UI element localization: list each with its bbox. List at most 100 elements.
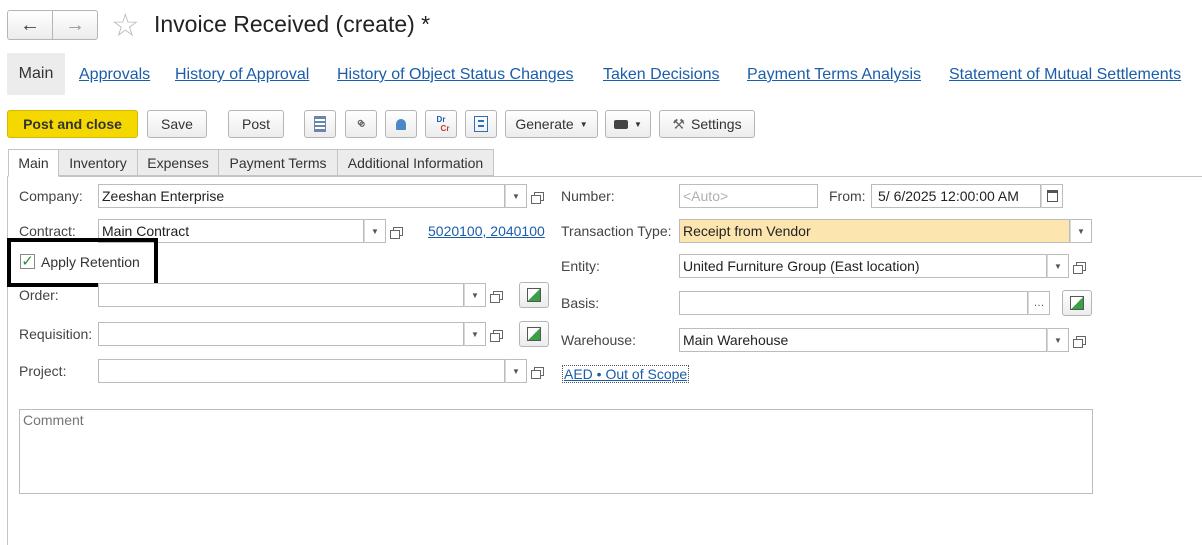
save-button[interactable]: Save xyxy=(147,110,207,138)
requisition-dropdown-button[interactable]: ▼ xyxy=(464,322,486,346)
document-pick-icon xyxy=(527,327,541,341)
entity-label: Entity: xyxy=(561,258,600,274)
open-window-icon xyxy=(1073,335,1086,348)
arrow-right-icon: → xyxy=(65,13,85,36)
page-title: Invoice Received (create) * xyxy=(154,11,431,37)
chevron-down-icon: ▼ xyxy=(371,226,379,236)
entity-open-button[interactable] xyxy=(1071,254,1091,278)
section-statement-of-mutual-settlements[interactable]: Statement of Mutual Settlements xyxy=(949,66,1181,84)
printer-icon xyxy=(614,119,629,129)
contract-accounts-link[interactable]: 5020100, 2040100 xyxy=(428,223,545,239)
chevron-down-icon: ▼ xyxy=(1054,335,1062,345)
debit-credit-icon-cr: Cr xyxy=(440,124,450,133)
comment-textarea[interactable] xyxy=(19,409,1093,494)
favorite-star-icon[interactable]: ☆ xyxy=(111,5,140,45)
contract-dropdown-button[interactable]: ▼ xyxy=(364,219,386,243)
chevron-down-icon: ▼ xyxy=(579,119,588,129)
number-field[interactable]: <Auto> xyxy=(679,184,818,208)
notifications-button[interactable] xyxy=(385,110,417,138)
warehouse-dropdown-button[interactable]: ▼ xyxy=(1047,328,1069,352)
post-button[interactable]: Post xyxy=(228,110,284,138)
tab-inventory[interactable]: Inventory xyxy=(58,149,138,176)
ellipsis-icon: … xyxy=(1033,297,1045,309)
chevron-down-icon: ▼ xyxy=(1054,261,1062,271)
chevron-down-icon: ▼ xyxy=(512,191,520,201)
tab-payment-terms[interactable]: Payment Terms xyxy=(218,149,338,176)
order-label: Order: xyxy=(19,287,59,303)
transaction-type-field[interactable]: Receipt from Vendor xyxy=(679,219,1070,243)
print-button[interactable]: ▼ xyxy=(605,110,651,138)
chevron-down-icon: ▼ xyxy=(1077,226,1085,236)
checkmark-icon: ✓ xyxy=(21,253,34,270)
attachments-button[interactable]: ⚭ xyxy=(345,110,377,138)
section-main[interactable]: Main xyxy=(7,53,65,95)
basis-field[interactable] xyxy=(679,291,1028,315)
arrow-left-icon: ← xyxy=(20,13,40,36)
document-pick-icon xyxy=(527,288,541,302)
company-open-button[interactable] xyxy=(529,184,549,208)
project-dropdown-button[interactable]: ▼ xyxy=(505,359,527,383)
bell-icon xyxy=(396,118,406,130)
order-open-button[interactable] xyxy=(488,283,508,307)
open-window-icon xyxy=(390,226,403,239)
dr-cr-button[interactable]: Dr Cr xyxy=(425,110,457,138)
paperclip-icon: ⚭ xyxy=(349,113,372,136)
post-and-close-button[interactable]: Post and close xyxy=(7,110,138,138)
basis-pick-button[interactable] xyxy=(1062,290,1092,316)
tab-main[interactable]: Main xyxy=(8,149,59,177)
transaction-type-dropdown-button[interactable]: ▼ xyxy=(1070,219,1092,243)
warehouse-field[interactable]: Main Warehouse xyxy=(679,328,1047,352)
open-window-icon xyxy=(490,329,503,342)
basis-select-button[interactable]: … xyxy=(1028,291,1050,315)
requisition-field[interactable] xyxy=(98,322,464,346)
company-dropdown-button[interactable]: ▼ xyxy=(505,184,527,208)
entity-dropdown-button[interactable]: ▼ xyxy=(1047,254,1069,278)
document-pick-icon xyxy=(1070,296,1084,310)
project-label: Project: xyxy=(19,363,67,379)
forward-button[interactable]: → xyxy=(52,10,98,40)
apply-retention-checkbox[interactable]: ✓ xyxy=(20,254,35,269)
hierarchy-icon xyxy=(474,116,488,132)
section-taken-decisions[interactable]: Taken Decisions xyxy=(603,66,720,84)
number-label: Number: xyxy=(561,188,615,204)
project-open-button[interactable] xyxy=(529,359,549,383)
generate-button[interactable]: Generate ▼ xyxy=(505,110,598,138)
open-window-icon xyxy=(531,366,544,379)
company-label: Company: xyxy=(19,188,83,204)
section-history-of-approval[interactable]: History of Approval xyxy=(175,66,309,84)
tab-expenses[interactable]: Expenses xyxy=(137,149,219,176)
warehouse-label: Warehouse: xyxy=(561,332,636,348)
requisition-pick-button[interactable] xyxy=(519,321,549,347)
settings-label: Settings xyxy=(690,116,742,132)
debit-credit-icon: Dr xyxy=(436,115,446,124)
open-window-icon xyxy=(531,191,544,204)
order-dropdown-button[interactable]: ▼ xyxy=(464,283,486,307)
currency-tax-link[interactable]: AED • Out of Scope xyxy=(562,365,690,383)
requisition-open-button[interactable] xyxy=(488,322,508,346)
section-approvals[interactable]: Approvals xyxy=(79,66,150,84)
tabs-baseline xyxy=(7,176,1202,177)
section-payment-terms-analysis[interactable]: Payment Terms Analysis xyxy=(747,66,921,84)
order-pick-button[interactable] xyxy=(519,282,549,308)
structure-button[interactable] xyxy=(465,110,497,138)
company-field[interactable]: Zeeshan Enterprise xyxy=(98,184,505,208)
transaction-type-label: Transaction Type: xyxy=(561,223,672,239)
chevron-down-icon: ▼ xyxy=(471,329,479,339)
contract-open-button[interactable] xyxy=(388,219,408,243)
open-window-icon xyxy=(490,290,503,303)
project-field[interactable] xyxy=(98,359,505,383)
journal-button[interactable] xyxy=(304,110,336,138)
open-window-icon xyxy=(1073,261,1086,274)
warehouse-open-button[interactable] xyxy=(1071,328,1091,352)
list-icon xyxy=(314,116,326,132)
section-history-of-object-status-changes[interactable]: History of Object Status Changes xyxy=(337,66,574,84)
back-button[interactable]: ← xyxy=(7,10,53,40)
apply-retention-label[interactable]: Apply Retention xyxy=(41,254,140,270)
tab-additional-information[interactable]: Additional Information xyxy=(337,149,494,176)
entity-field[interactable]: United Furniture Group (East location) xyxy=(679,254,1047,278)
from-date-field[interactable]: 5/ 6/2025 12:00:00 AM xyxy=(871,184,1041,208)
from-calendar-button[interactable] xyxy=(1041,184,1063,208)
settings-button[interactable]: ⚒ Settings xyxy=(659,110,755,138)
order-field[interactable] xyxy=(98,283,464,307)
generate-label: Generate xyxy=(515,116,574,132)
